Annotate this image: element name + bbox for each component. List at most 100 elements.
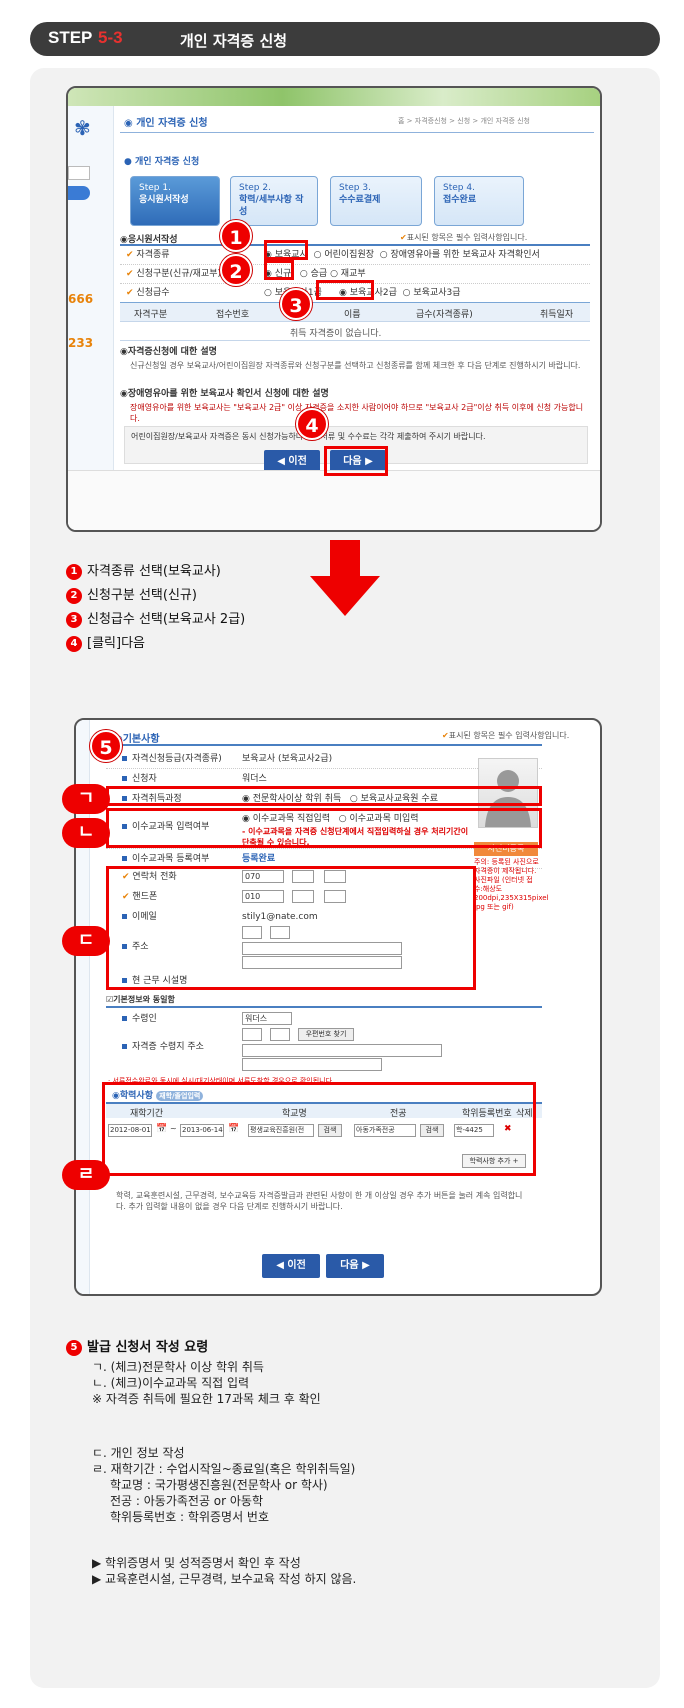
radio-icon[interactable]: ○: [403, 288, 411, 298]
photo-note: 주의: 등록된 사진으로 자격증이 제작됩니다. 사진파일 (인터넷 접수:해상…: [474, 858, 549, 911]
guide-line-3: ※ 자격증 취득에 필요한 17과목 체크 후 확인: [92, 1392, 321, 1406]
option-reissue[interactable]: 재교부: [341, 269, 366, 279]
guide-line-9: ▶ 학위증명서 및 성적증명서 확인 후 작성: [92, 1556, 301, 1570]
highlight-personal-info: [106, 866, 476, 990]
receiver-input[interactable]: 워더스: [242, 1012, 292, 1025]
same-as-basic-label: 기본정보와 동일함: [113, 995, 175, 1004]
sidebar-tab-active[interactable]: [68, 186, 90, 200]
option-special[interactable]: 장애영유아를 위한 보육교사 자격확인서: [390, 250, 539, 260]
legend-num-4: 4: [66, 635, 82, 652]
form-top-border: [106, 744, 542, 746]
zip-search-button[interactable]: 우편번호 찾기: [298, 1028, 354, 1041]
row-grade-label: 자격신청등급(자격종류): [132, 754, 222, 764]
legend-text-4: [클릭]다음: [87, 636, 145, 651]
option-director[interactable]: 어린이집원장: [324, 250, 374, 260]
page: STEP 5-3 개인 자격증 신청 ✾ 666 233 ◉ 개인 자격증 신청…: [0, 0, 684, 1708]
badge-5: 5: [90, 730, 122, 762]
receive-address2-input[interactable]: [242, 1058, 382, 1071]
receive-zip1-input[interactable]: [242, 1028, 262, 1041]
legend-item-2: 2 신청구분 선택(신규): [66, 584, 197, 604]
legend2-title: 5 발급 신청서 작성 요령: [66, 1336, 208, 1356]
radio-icon[interactable]: ○: [300, 269, 308, 279]
radio-icon[interactable]: ○: [314, 250, 322, 260]
info2-text: 장애영유아를 위한 보육교사는 "보육교사 2급" 이상 자격증을 소지한 사람…: [130, 403, 584, 423]
guide-line-4: ㄷ. 개인 정보 작성: [92, 1446, 185, 1460]
badge-3: 3: [280, 288, 312, 320]
row-divider: [106, 768, 542, 769]
option-upgrade[interactable]: 승급: [311, 269, 328, 279]
highlight-grade2: [316, 280, 374, 300]
radio-icon[interactable]: ○: [330, 269, 338, 279]
row-grade: ✔ 신청급수: [126, 284, 170, 302]
step-card-4-name: 접수완료: [443, 195, 477, 205]
left-sidebar: ✾ 666 233: [68, 106, 114, 530]
flower-logo-icon: ✾: [74, 116, 91, 140]
divider: [120, 132, 594, 133]
badge-2: 2: [220, 254, 252, 286]
mark-nieun: ㄴ: [62, 818, 110, 848]
next-button[interactable]: 다음 ▶: [326, 1254, 384, 1278]
receive-zip2-input[interactable]: [270, 1028, 290, 1041]
info1-title-text: 자격증신청에 대한 설명: [127, 347, 217, 357]
required-note: ✔표시된 항목은 필수 입력사항입니다.: [442, 730, 569, 741]
th-grade: 급수(자격종류): [416, 310, 473, 320]
info2-title: ◉장애영유아를 위한 보육교사 확인서 신청에 대한 설명: [120, 389, 329, 399]
highlight-education: [102, 1082, 536, 1176]
step-card-4-label: Step 4.: [443, 183, 475, 193]
highlight-new: [264, 260, 294, 280]
badge-4: 4: [296, 408, 328, 440]
row-receiver: 수령인: [122, 1010, 157, 1028]
step-indicator: Step 1. 응시원서작성 Step 2. 학력/세부사항 작성 Step 3. 수…: [130, 176, 540, 228]
mark-rieul: ㄹ: [62, 1160, 110, 1190]
receive-address1-input[interactable]: [242, 1044, 442, 1057]
guide-line-6: 학교명 : 국가평생진흥원(전문학사 or 학사): [110, 1478, 328, 1492]
guide-line-2: ㄴ. (체크)이수교과목 직접 입력: [92, 1376, 250, 1390]
check-mark-icon: ✔: [442, 731, 449, 740]
cert-table-header: 자격구분 접수번호 이름 급수(자격종류) 취득일자: [120, 302, 590, 322]
bullet-icon: [122, 776, 127, 781]
prev-button[interactable]: ◀ 이전: [262, 1254, 320, 1278]
table-empty-message: 취득 자격증이 없습니다.: [290, 329, 382, 339]
legend-text-1: 자격종류 선택(보육교사): [87, 564, 221, 579]
legend-item-1: 1 자격종류 선택(보육교사): [66, 560, 221, 580]
info1-title: ◉자격증신청에 대한 설명: [120, 347, 217, 357]
guide-line-8: 학위등록번호 : 학위증명서 번호: [110, 1510, 270, 1524]
sidebar-tab[interactable]: [68, 166, 90, 180]
check-mark-icon: ✔: [400, 233, 407, 242]
row-apply-type-label: 신청구분(신규/재교부): [136, 269, 221, 279]
required-note-text: 표시된 항목은 필수 입력사항입니다.: [448, 731, 570, 740]
row-apply-type: ✔ 신청구분(신규/재교부): [126, 265, 221, 283]
step-header-bar: STEP 5-3 개인 자격증 신청: [30, 22, 660, 56]
radio-icon[interactable]: ○: [380, 250, 388, 260]
breadcrumb: 홈 > 자격증신청 > 신청 > 개인 자격증 신청: [398, 117, 530, 125]
legend2-num: 5: [66, 1339, 82, 1356]
legend-item-3: 3 신청급수 선택(보육교사 2급): [66, 608, 245, 628]
table-bottom-border: [120, 340, 590, 341]
th-cert-type: 자격구분: [134, 310, 168, 320]
step-label: STEP: [48, 28, 93, 47]
step-title: 개인 자격증 신청: [180, 32, 288, 50]
legend2-title-text: 발급 신청서 작성 요령: [87, 1340, 209, 1355]
radio-icon[interactable]: ○: [264, 288, 272, 298]
screenshot-application-form: ◉기본사항 ✔표시된 항목은 필수 입력사항입니다. 자격신청등급(자격종류) …: [74, 718, 602, 1296]
row-license-type-label: 자격종류: [136, 250, 170, 260]
section-title: ● 개인 자격증 신청: [124, 157, 200, 167]
guide-line-10: ▶ 교육훈련시설, 근무경력, 보수교육 작성 하지 않음.: [92, 1572, 357, 1586]
section-title-text: 개인 자격증 신청: [135, 157, 200, 167]
step-card-2-name: 학력/세부사항 작성: [239, 195, 304, 217]
legend-num-1: 1: [66, 563, 82, 580]
bullet-icon: [122, 856, 127, 861]
th-acquired-date: 취득일자: [540, 310, 574, 320]
row-applicant-label: 신청자: [132, 774, 157, 784]
legend-num-3: 3: [66, 611, 82, 628]
same-as-basic-checkbox[interactable]: ☑기본정보와 동일함: [106, 994, 175, 1005]
step-card-2-label: Step 2.: [239, 183, 271, 193]
receiver-top-border: [106, 1006, 542, 1008]
step-card-1-label: Step 1.: [139, 183, 171, 193]
page-title-text: 개인 자격증 신청: [136, 118, 208, 129]
required-note: ✔표시된 항목은 필수 입력사항입니다.: [400, 232, 527, 243]
step-card-1-name: 응시원서작성: [139, 195, 189, 205]
mark-digeut: ㄷ: [62, 926, 110, 956]
option-grade3[interactable]: 보육교사3급: [413, 288, 460, 298]
step-card-3-label: Step 3.: [339, 183, 371, 193]
